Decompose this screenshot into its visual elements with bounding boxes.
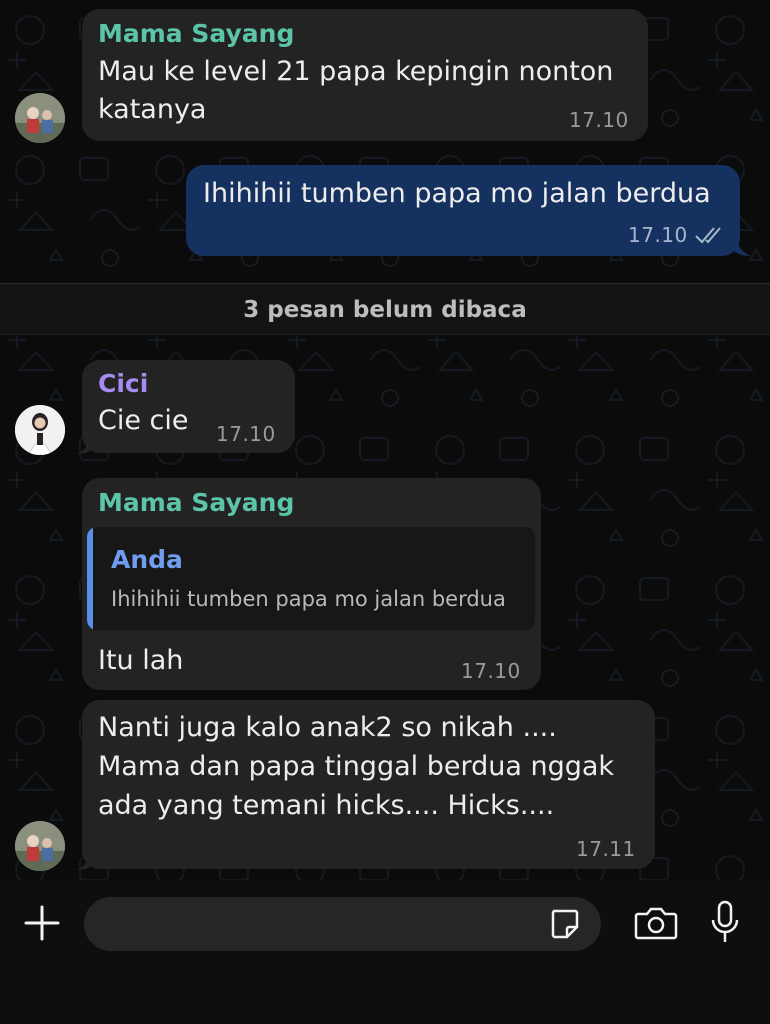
avatar-mama-sayang[interactable] (15, 821, 65, 871)
message-bubble-incoming[interactable]: Cici Cie cie 17.10 (82, 360, 295, 453)
message-time: 17.11 (576, 837, 636, 861)
message-time: 17.10 (216, 422, 276, 446)
message-text-line: ada yang temani hicks.... Hicks.... (98, 790, 555, 821)
message-text: Ihihihii tumben papa mo jalan berdua (203, 178, 711, 209)
double-check-icon (695, 227, 721, 244)
unread-divider: 3 pesan belum dibaca (0, 283, 770, 335)
quoted-message[interactable]: Anda Ihihihii tumben papa mo jalan berdu… (87, 527, 535, 630)
quote-accent-bar (87, 527, 93, 630)
sender-name: Mama Sayang (98, 488, 295, 517)
bubble-tail (735, 236, 751, 256)
message-bubble-outgoing[interactable]: Ihihihii tumben papa mo jalan berdua 17.… (186, 165, 740, 256)
quote-text: Ihihihii tumben papa mo jalan berdua (111, 587, 506, 611)
sticker-icon[interactable] (545, 905, 583, 943)
message-time: 17.10 (628, 223, 688, 247)
message-text-line: Mama dan papa tinggal berdua nggak (98, 751, 615, 782)
message-text: Cie cie (98, 405, 189, 436)
sender-name: Mama Sayang (98, 19, 295, 48)
message-text-line: Nanti juga kalo anak2 so nikah .... (98, 712, 557, 743)
bubble-tail (76, 434, 92, 454)
microphone-icon[interactable] (706, 898, 744, 946)
message-time: 17.10 (569, 108, 629, 132)
message-bubble-incoming[interactable]: Nanti juga kalo anak2 so nikah .... Mama… (82, 700, 655, 869)
plus-icon[interactable] (22, 903, 62, 943)
message-text-line: Mau ke level 21 papa kepingin nonton (98, 56, 614, 87)
sender-name: Cici (98, 369, 149, 398)
chat-area: Mama Sayang Mau ke level 21 papa kepingi… (0, 0, 770, 880)
message-text: Itu lah (98, 645, 184, 676)
avatar-cici[interactable] (15, 405, 65, 455)
avatar-mama-sayang[interactable] (15, 93, 65, 143)
bubble-tail (76, 850, 92, 870)
message-text-line: katanya (98, 94, 207, 125)
camera-icon[interactable] (633, 903, 679, 943)
message-bubble-incoming[interactable]: Mama Sayang Mau ke level 21 papa kepingi… (82, 9, 648, 141)
message-text-field[interactable] (84, 897, 601, 951)
quote-sender-name: Anda (111, 545, 183, 574)
message-time: 17.10 (461, 659, 521, 683)
